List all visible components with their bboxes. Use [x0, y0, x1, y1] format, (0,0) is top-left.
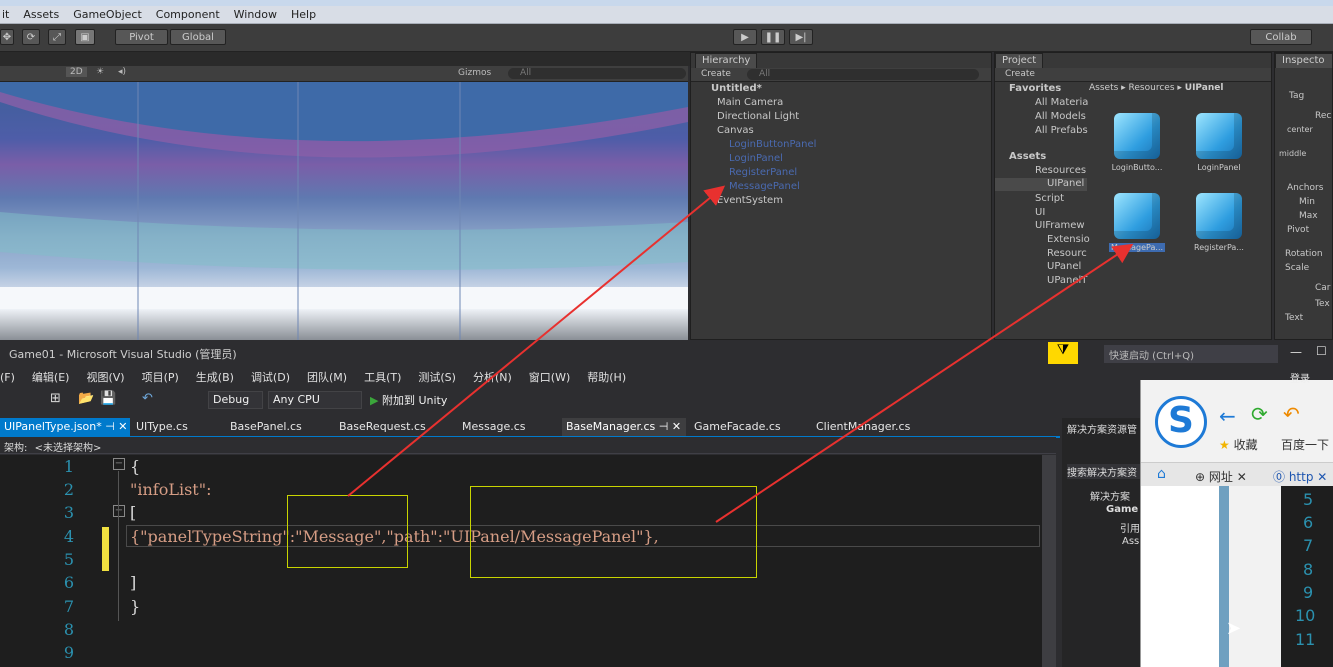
- annotation-arrow: [347, 185, 726, 497]
- annotation-arrows: [347, 185, 1134, 523]
- mouse-cursor-icon: ➤: [1226, 618, 1242, 639]
- annotation-arrow: [715, 243, 1134, 523]
